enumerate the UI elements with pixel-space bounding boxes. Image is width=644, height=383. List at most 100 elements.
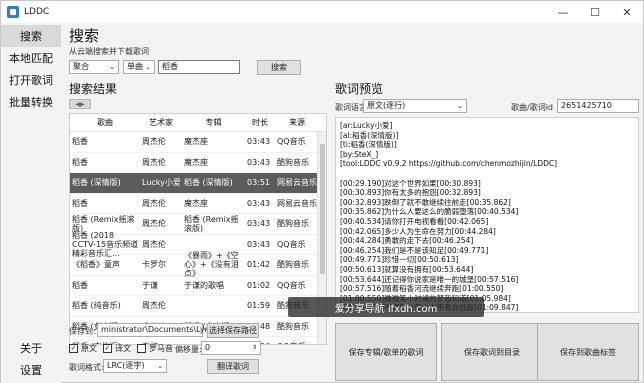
page-title: 搜索	[69, 27, 100, 45]
translation-label: 译文	[115, 344, 131, 353]
save-path-input[interactable]: ministrator\Documents\Lyrics	[97, 323, 219, 337]
cell-source: 酷狗音乐	[277, 219, 309, 229]
table-row[interactable]: 稻香 于谦 于谦的歌唱 01:02 QQ音乐	[70, 276, 326, 296]
spin-arrows-icon[interactable]: ⇕	[252, 342, 257, 354]
type-select[interactable]: 单曲 ⌄	[123, 60, 155, 74]
cell-source: 酷狗音乐	[277, 157, 309, 167]
sidebar-item-settings[interactable]: 设置	[1, 359, 61, 381]
close-button[interactable]: ✕	[611, 1, 643, 23]
header-duration[interactable]: 时长	[245, 117, 275, 128]
sidebar-item-about[interactable]: 关于	[1, 337, 61, 359]
sidebar-item-local-match[interactable]: 本地匹配	[1, 47, 61, 69]
lyric-line: [00:46.254]我们是不是该知足[00:49.771]	[340, 245, 489, 255]
minimize-button[interactable]: —	[547, 1, 579, 23]
cell-song: 稻香	[72, 280, 88, 290]
table-row[interactable]: 稻香 周杰伦 魔杰座 03:43 酷狗音乐	[70, 153, 326, 173]
window-controls: — ☐ ✕	[547, 1, 643, 23]
cell-duration: 01:42	[247, 260, 271, 270]
cell-song: 稻香	[72, 137, 88, 147]
save-to-song-tag-button[interactable]: 保存到歌曲标签	[537, 323, 639, 381]
search-input[interactable]: 稻香	[158, 60, 240, 74]
cell-album: 于谦的歌唱	[184, 280, 224, 290]
format-select-value: LRC(逐字)	[107, 361, 145, 370]
table-row[interactable]: 《稻香》童声 卡罗尔 《暴雨》+《空心》+《没有泪点》 01:42 酷狗音乐	[70, 251, 326, 278]
original-label: 原文	[81, 344, 97, 353]
cell-duration: 03:43	[247, 198, 271, 208]
header-artist[interactable]: 艺术家	[140, 117, 182, 128]
cell-song: 稻香 (深情版)	[72, 178, 121, 188]
app-logo-icon	[7, 6, 19, 18]
title-bar: LDDC — ☐ ✕	[1, 1, 643, 23]
sidebar-item-batch-convert[interactable]: 批量转换	[1, 91, 61, 113]
romaji-checkbox[interactable]: 罗马音	[137, 343, 173, 354]
song-id-field[interactable]: 2651425710	[557, 99, 639, 113]
lyric-line: [00:57.516]随着稻香河流继续奔跑[01:00.550]	[340, 284, 504, 294]
cell-artist: Lucky小爱	[142, 178, 181, 188]
lyrics-preview-text[interactable]: [ar:Lucky小爱] [al:稻香(深情版)] [ti:稻香(深情版)] [by:…	[335, 117, 639, 313]
lyric-line: [00:42.065]多少人为生命在努力[00:44.284]	[340, 226, 496, 236]
cell-album: 稻香 (Remix摇滚版)	[184, 214, 239, 233]
save-path-label: 保存到:	[69, 327, 96, 336]
chevron-down-icon: ⌄	[145, 63, 151, 71]
cell-artist: 周杰伦	[142, 301, 166, 311]
cell-song: 稻香	[72, 157, 88, 167]
lyric-line: [00:40.534]请你打开电视看看[00:42.065]	[340, 216, 489, 226]
check-icon: ✓	[69, 344, 78, 353]
header-song[interactable]: 歌曲	[70, 117, 140, 128]
cell-artist: 卡罗尔	[142, 260, 166, 270]
cell-source: 网易云音乐	[277, 198, 317, 208]
watermark-overlay: 爱分享导航 ifxdh.com	[288, 297, 484, 317]
cell-artist: 周杰伦	[142, 239, 166, 249]
source-select[interactable]: 聚合 ⌄	[69, 60, 119, 74]
cell-album: 魔杰座	[184, 198, 208, 208]
lyric-line: [00:35.862]为什么人要这么的脆弱堕落[00:40.534]	[340, 207, 519, 217]
search-button[interactable]: 搜索	[257, 60, 301, 75]
sidebar-item-open-lyrics[interactable]: 打开歌词	[1, 69, 61, 91]
cell-song: 稻香 (纯音乐)	[72, 301, 121, 311]
translate-lyrics-button[interactable]: 翻译歌词	[207, 359, 259, 374]
results-title: 搜索结果	[69, 82, 118, 96]
cell-song: 稻香 (2018 CCTV-15音乐频道精彩音乐汇...	[72, 230, 139, 258]
check-icon: ✓	[103, 344, 112, 353]
cell-duration: 03:43	[247, 157, 271, 167]
chevron-down-icon: ⌄	[109, 63, 115, 71]
maximize-button[interactable]: ☐	[579, 1, 611, 23]
choose-save-path-button[interactable]: 选择保存路径	[207, 323, 259, 338]
sidebar-item-search[interactable]: 搜索	[1, 25, 61, 47]
lyric-line: [tool:LDDC v0.9.2 https://github.com/che…	[340, 159, 558, 169]
table-row[interactable]: 稻香 周杰伦 魔杰座 03:43 QQ音乐	[70, 132, 326, 153]
pager-control[interactable]: ◀▶	[69, 99, 91, 109]
cell-duration: 03:51	[247, 178, 271, 188]
header-source[interactable]: 来源	[275, 117, 319, 128]
song-id-label: 歌曲/歌词id	[511, 103, 553, 112]
save-to-directory-button[interactable]: 保存歌词到目录	[441, 323, 543, 381]
cell-song: 《稻香》童声	[72, 260, 120, 270]
header-album[interactable]: 专辑	[182, 117, 245, 128]
cell-source: QQ音乐	[275, 342, 319, 344]
offset-spinbox[interactable]: 0 ⇕	[201, 341, 261, 355]
lyric-line: [al:稻香(深情版)]	[340, 130, 399, 140]
format-select[interactable]: LRC(逐字) ⌄	[103, 359, 167, 373]
lyrics-language-select[interactable]: 原文(逐行) ⌄	[363, 99, 467, 113]
lyric-line: [ti:稻香(深情版)]	[340, 140, 397, 150]
main-panel: 搜索 从云端搜索并下载歌词 聚合 ⌄ 单曲 ⌄ 稻香 搜索 搜索结果 ◀▶ 歌曲…	[65, 23, 643, 383]
lyric-line: [ar:Lucky小爱]	[340, 121, 393, 130]
scrollbar-thumb[interactable]	[320, 144, 325, 274]
checkbox-empty-icon	[137, 344, 146, 353]
lyric-line	[340, 169, 634, 179]
chevron-down-icon: ⌄	[157, 362, 163, 370]
lyric-line: [00:44.284]勇敢的走下去[00:46.254]	[340, 236, 474, 246]
cell-duration: 01:59	[247, 301, 271, 311]
cell-source: 酷狗音乐	[277, 321, 309, 331]
cell-source: 酷狗音乐	[277, 260, 309, 270]
lyric-line: [00:32.893]跌倒了就不敢继续往前走[00:35.862]	[340, 197, 511, 207]
translation-checkbox[interactable]: ✓ 译文	[103, 343, 131, 354]
sidebar-bottom: 关于 设置	[1, 337, 61, 381]
original-checkbox[interactable]: ✓ 原文	[69, 343, 97, 354]
table-row[interactable]: 稻香 周杰伦 魔杰座 03:43 网易云音乐	[70, 194, 326, 214]
lyric-line: [00:29.190]对这个世界如果[00:30.893]	[340, 178, 481, 188]
cell-album: 魔杰座	[184, 157, 208, 167]
app-window: LDDC — ☐ ✕ 搜索 本地匹配 打开歌词 批量转换 关于 设置 搜索 从云…	[0, 0, 644, 383]
table-row[interactable]: 稻香 (深情版) Lucky小爱 稻香 (深情版) 03:51 网易云音乐	[70, 173, 326, 194]
save-album-lyrics-button[interactable]: 保存专辑/歌单的歌词	[335, 323, 437, 381]
